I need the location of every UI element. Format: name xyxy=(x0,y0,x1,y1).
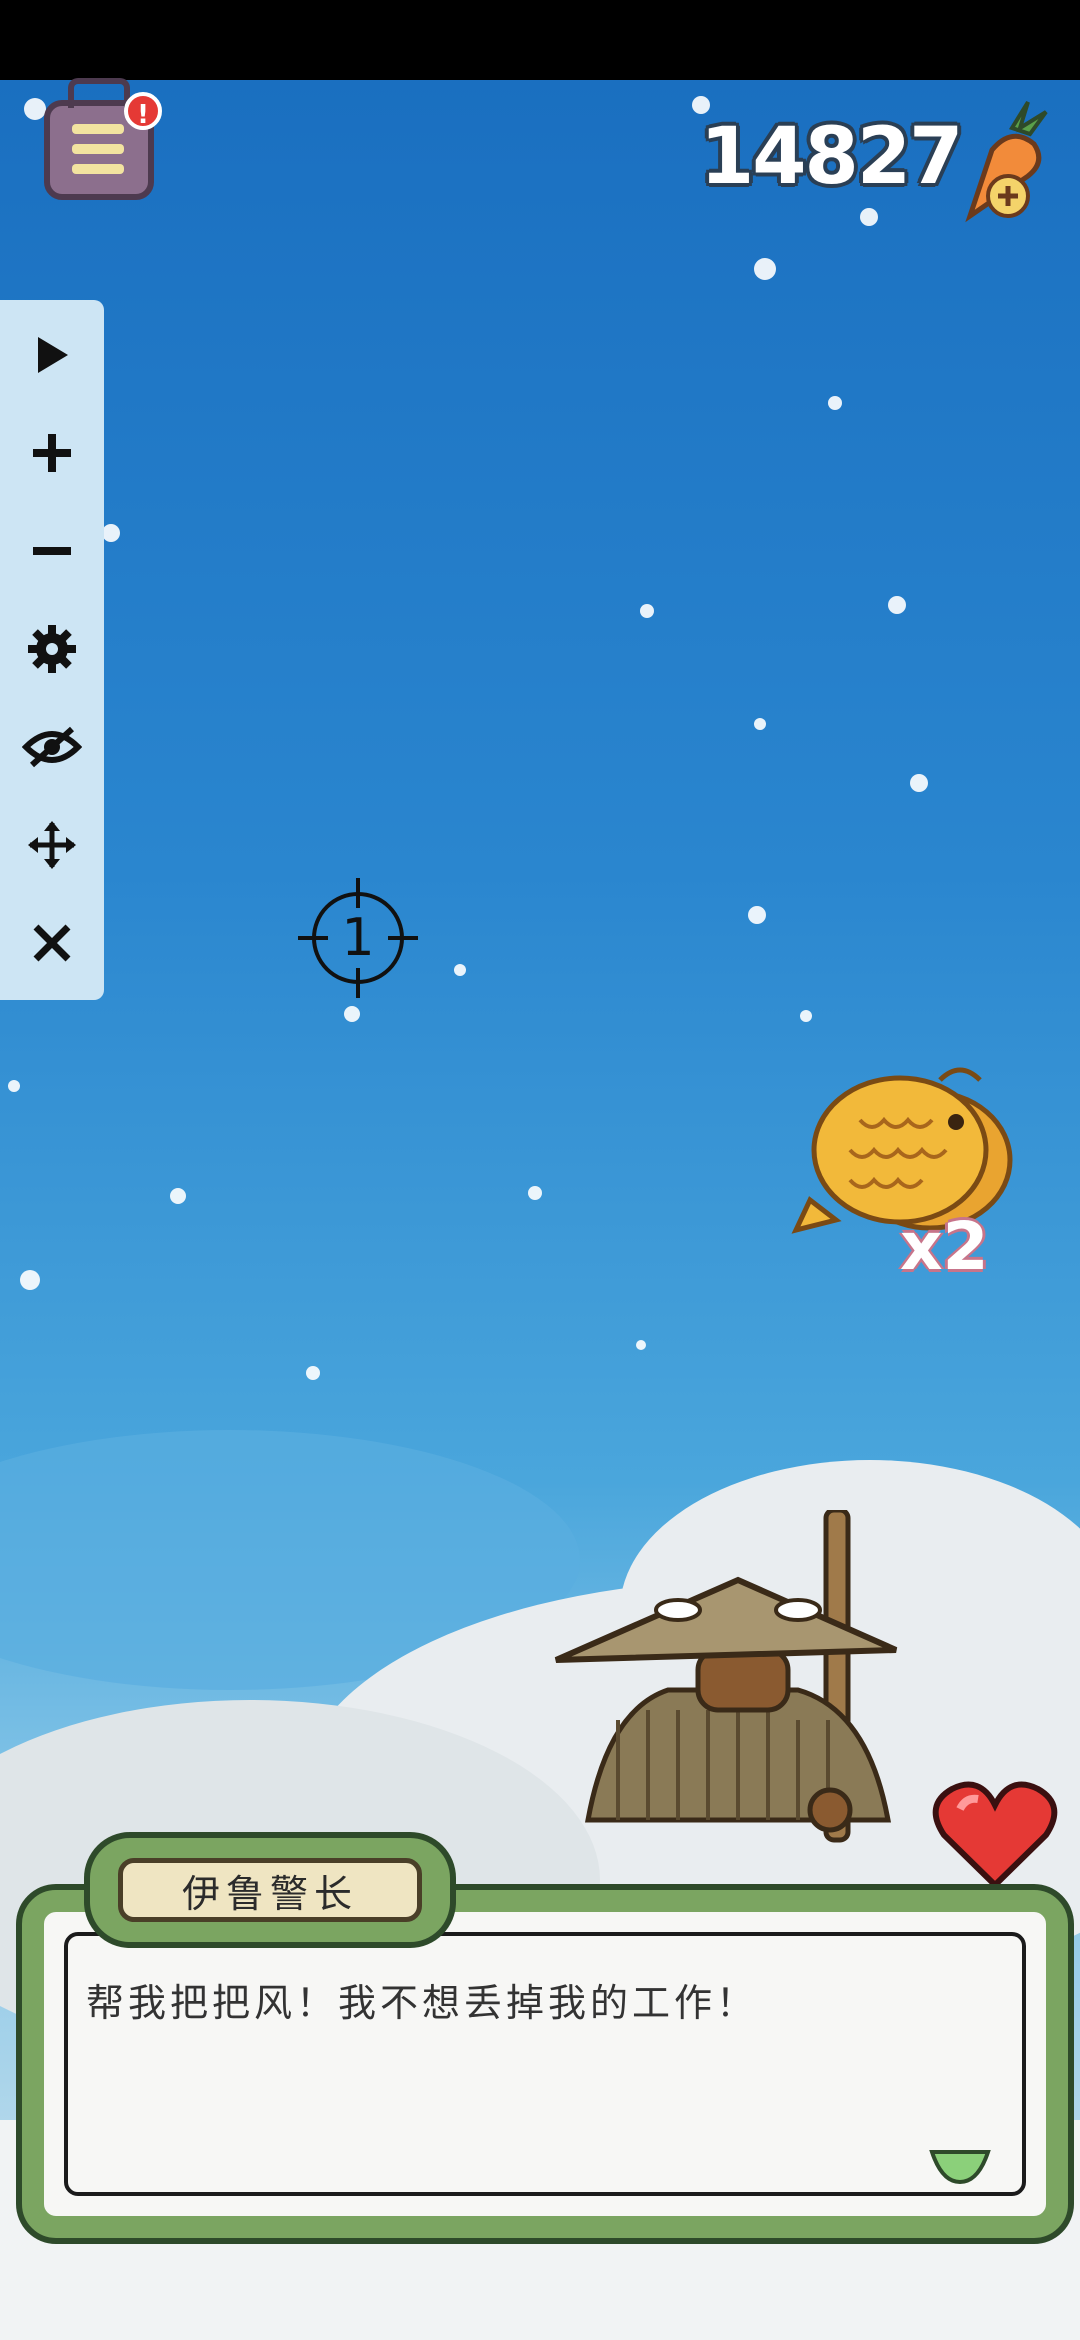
snowflake xyxy=(640,604,654,618)
snowflake xyxy=(8,1080,20,1092)
settings-gear-icon xyxy=(28,625,76,673)
zoom-out-button[interactable] xyxy=(0,502,104,600)
snowflake xyxy=(748,906,766,924)
menu-line xyxy=(72,164,124,174)
police-chief-character[interactable] xyxy=(548,1507,928,1890)
floating-toolbar xyxy=(0,300,104,1000)
snowflake xyxy=(454,964,466,976)
close-icon xyxy=(33,924,71,962)
hide-overlay-button[interactable] xyxy=(0,698,104,796)
carrot-count: 14827 xyxy=(700,112,963,202)
snowflake xyxy=(636,1340,646,1350)
reward-multiplier: x2 xyxy=(900,1208,989,1285)
carrot-add-button[interactable] xyxy=(950,98,1060,228)
character-sprite xyxy=(554,1507,898,1843)
play-button[interactable] xyxy=(0,306,104,404)
journal-handle xyxy=(68,78,130,108)
snowflake xyxy=(754,258,776,280)
alert-badge: ! xyxy=(124,92,162,130)
snowflake xyxy=(306,1366,320,1380)
snowflake xyxy=(102,524,120,542)
zoom-in-icon xyxy=(33,434,71,472)
status-bar xyxy=(0,0,1080,80)
heart-icon xyxy=(932,1781,1058,1890)
snowflake xyxy=(828,396,842,410)
hide-eye-icon xyxy=(22,726,82,768)
snowflake xyxy=(754,718,766,730)
menu-line xyxy=(72,144,124,154)
zoom-in-button[interactable] xyxy=(0,404,104,502)
snowflake xyxy=(170,1188,186,1204)
snowflake xyxy=(24,98,46,120)
snowflake xyxy=(528,1186,542,1200)
continue-arrow-icon xyxy=(929,2150,991,2185)
target-number: 1 xyxy=(341,908,375,968)
dialog-box[interactable] xyxy=(22,1890,1068,2238)
menu-line xyxy=(72,124,124,134)
auto-click-target[interactable]: 1 xyxy=(298,878,418,998)
speaker-name: 伊鲁警长 xyxy=(118,1858,422,1922)
move-arrows-icon xyxy=(28,821,76,869)
zoom-out-icon xyxy=(33,547,71,555)
snowflake xyxy=(910,774,928,792)
snowflake xyxy=(860,208,878,226)
carrot-add-icon xyxy=(965,100,1048,223)
move-toolbar-button[interactable] xyxy=(0,796,104,894)
snowflake xyxy=(344,1006,360,1022)
dialog-message: 帮我把把风！我不想丢掉我的工作！ xyxy=(86,1981,759,2025)
snowflake xyxy=(800,1010,812,1022)
settings-button[interactable] xyxy=(0,600,104,698)
play-icon xyxy=(38,337,68,373)
snowflake xyxy=(20,1270,40,1290)
continue-button[interactable] xyxy=(928,2146,992,2186)
affection-heart[interactable] xyxy=(930,1775,1060,1895)
close-toolbar-button[interactable] xyxy=(0,894,104,992)
snowflake xyxy=(888,596,906,614)
